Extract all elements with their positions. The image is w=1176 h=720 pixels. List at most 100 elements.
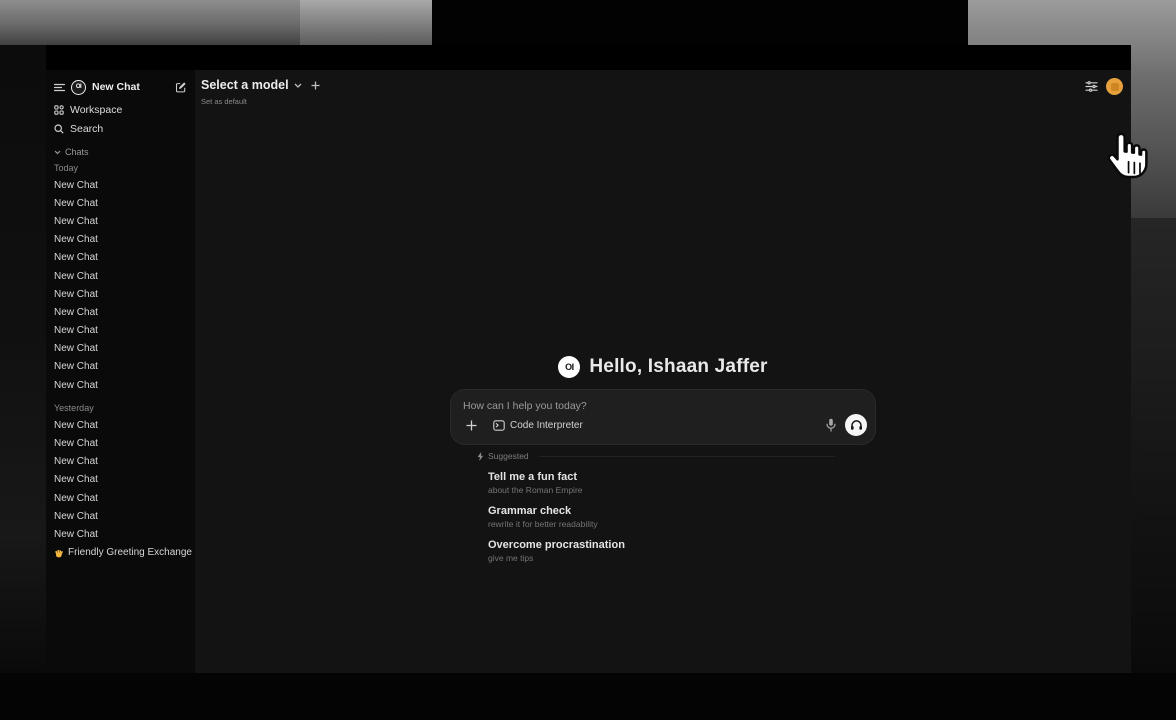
chat-item[interactable]: New Chat xyxy=(46,231,195,249)
model-selector-label: Select a model xyxy=(201,78,289,92)
chat-item[interactable]: New Chat xyxy=(46,194,195,212)
chat-item[interactable]: New Chat xyxy=(46,303,195,321)
chat-item[interactable]: New Chat xyxy=(46,340,195,358)
chat-item-label: New Chat xyxy=(54,325,98,336)
chat-item[interactable]: New Chat xyxy=(46,416,195,434)
sidebar: OI New Chat Workspace xyxy=(46,70,195,673)
microphone-icon[interactable] xyxy=(826,418,836,432)
greeting-text: Hello, Ishaan Jaffer xyxy=(589,356,767,378)
suggested-prompt[interactable]: Tell me a fun fact about the Roman Empir… xyxy=(488,471,875,496)
chat-item-label: New Chat xyxy=(54,438,98,449)
chat-group-label: Today xyxy=(46,160,195,176)
chat-item[interactable]: New Chat xyxy=(46,434,195,452)
screen: OI New Chat Workspace xyxy=(0,0,1176,720)
sidebar-item-workspace[interactable]: Workspace xyxy=(46,102,195,118)
chat-item-label: New Chat xyxy=(54,361,98,372)
chat-item-label: New Chat xyxy=(54,456,98,467)
window-top-strip xyxy=(46,45,1131,70)
chat-item[interactable]: New Chat xyxy=(46,176,195,194)
chat-item[interactable]: New Chat xyxy=(46,453,195,471)
chats-section-label: Chats xyxy=(65,147,89,157)
app-logo-icon: OI xyxy=(71,80,86,95)
chat-item-label: New Chat xyxy=(54,511,98,522)
code-interpreter-label: Code Interpreter xyxy=(510,420,583,431)
greeting: OI Hello, Ishaan Jaffer xyxy=(558,356,767,378)
chat-item-label: New Chat xyxy=(54,529,98,540)
chat-item-label: New Chat xyxy=(54,343,98,354)
chat-item[interactable]: New Chat xyxy=(46,212,195,230)
chat-item[interactable]: New Chat xyxy=(46,376,195,394)
chat-item[interactable]: New Chat xyxy=(46,322,195,340)
sidebar-item-search[interactable]: Search xyxy=(46,121,195,137)
suggested-prompt[interactable]: Overcome procrastination give me tips xyxy=(488,539,875,564)
set-as-default-link[interactable]: Set as default xyxy=(201,97,247,106)
chat-item-label: New Chat xyxy=(54,252,98,263)
chat-group-label: Yesterday xyxy=(46,400,195,416)
chat-item[interactable]: New Chat xyxy=(46,525,195,543)
chat-item-label: New Chat xyxy=(54,307,98,318)
main-area: Select a model Set as default xyxy=(195,70,1131,673)
suggested-label: Suggested xyxy=(488,451,529,461)
chat-item-label: New Chat xyxy=(54,289,98,300)
chat-item[interactable]: New Chat xyxy=(46,249,195,267)
chat-item[interactable]: New Chat xyxy=(46,489,195,507)
main-header: Select a model Set as default xyxy=(195,76,1131,114)
chat-item-label: New Chat xyxy=(54,216,98,227)
voice-call-button[interactable] xyxy=(845,414,867,436)
chat-item-label: New Chat xyxy=(54,380,98,391)
chat-item[interactable]: New Chat xyxy=(46,358,195,376)
avatar-image xyxy=(1111,83,1119,91)
suggested-prompts: Tell me a fun fact about the Roman Empir… xyxy=(451,471,875,564)
chat-item-label: New Chat xyxy=(54,474,98,485)
search-label: Search xyxy=(70,123,103,135)
chat-item-label: New Chat xyxy=(54,420,98,431)
chat-item-label: New Chat xyxy=(54,493,98,504)
workspace-label: Workspace xyxy=(70,104,122,116)
chat-item[interactable]: New Chat xyxy=(46,267,195,285)
prompt-subtitle: give me tips xyxy=(488,553,875,564)
sidebar-toggle-icon[interactable] xyxy=(54,83,65,92)
prompt-title: Grammar check xyxy=(488,505,875,518)
attach-plus-button[interactable] xyxy=(461,415,481,435)
divider xyxy=(539,456,835,457)
desktop-backdrop-right-column xyxy=(1131,218,1176,673)
desktop-backdrop-bottom xyxy=(0,673,1176,720)
workspace-grid-icon xyxy=(54,105,64,115)
chat-input-box: Code Interpreter xyxy=(451,390,875,444)
prompt-subtitle: rewrite it for better readability xyxy=(488,519,875,530)
prompt-title: Overcome procrastination xyxy=(488,539,875,552)
code-interpreter-icon xyxy=(493,420,505,431)
user-avatar[interactable] xyxy=(1106,78,1123,95)
chat-item[interactable]: New Chat xyxy=(46,285,195,303)
sidebar-title: New Chat xyxy=(92,81,140,93)
desktop-backdrop-left-column xyxy=(0,45,46,673)
controls-sliders-icon[interactable] xyxy=(1085,81,1098,92)
bolt-icon xyxy=(477,452,484,461)
desktop-backdrop-top-left-highlight xyxy=(300,0,432,45)
center-stack: OI Hello, Ishaan Jaffer xyxy=(195,356,1131,564)
chat-list: Today New Chat New Chat New Chat New Cha… xyxy=(46,160,195,544)
chat-item-label: New Chat xyxy=(54,180,98,191)
chat-item-label: New Chat xyxy=(54,198,98,209)
chevron-down-icon xyxy=(54,150,61,155)
prompt-title: Tell me a fun fact xyxy=(488,471,875,484)
search-icon xyxy=(54,124,64,134)
waving-hand-icon xyxy=(54,548,64,558)
add-model-icon[interactable] xyxy=(311,81,320,90)
mouse-cursor-hand xyxy=(1102,130,1152,184)
chat-item[interactable]: New Chat xyxy=(46,507,195,525)
model-selector[interactable]: Select a model xyxy=(201,78,320,92)
app-logo-icon: OI xyxy=(558,356,580,378)
chats-section-toggle[interactable]: Chats xyxy=(46,146,195,158)
suggested-prompt[interactable]: Grammar check rewrite it for better read… xyxy=(488,505,875,530)
chat-item-label: Friendly Greeting Exchange xyxy=(68,547,192,558)
code-interpreter-toggle[interactable]: Code Interpreter xyxy=(493,420,583,431)
chat-item-named[interactable]: Friendly Greeting Exchange xyxy=(46,544,195,562)
chat-item-label: New Chat xyxy=(54,271,98,282)
chat-item-label: New Chat xyxy=(54,234,98,245)
chevron-down-icon xyxy=(294,83,302,88)
new-chat-edit-icon[interactable] xyxy=(175,81,187,93)
chat-item[interactable]: New Chat xyxy=(46,471,195,489)
open-webui-window: OI New Chat Workspace xyxy=(46,45,1131,673)
suggested-section: Suggested Tell me a fun fact about the R… xyxy=(451,450,875,564)
